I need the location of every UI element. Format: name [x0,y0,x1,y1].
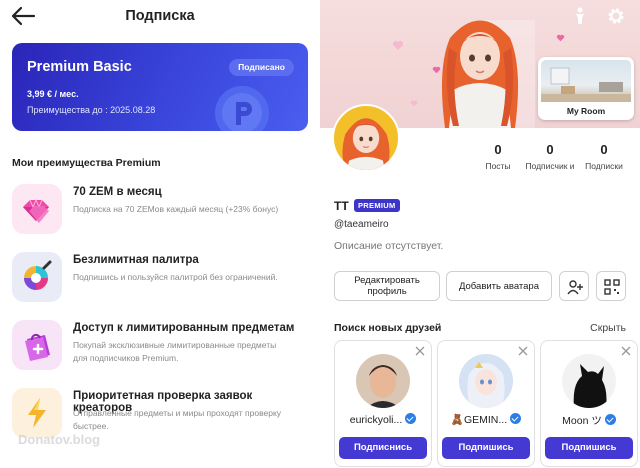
close-icon[interactable] [518,346,528,356]
subscription-screen: Подписка Premium Basic Подписано 3,99 € … [0,0,320,468]
add-avatar-button[interactable]: Добавить аватара [446,271,552,301]
edit-profile-button[interactable]: Редактировать профиль [334,271,440,301]
friend-name: Moon ツ [562,415,602,427]
benefit-item-zem: 70 ZEM в месяц Подписка на 70 ZEMов кажд… [12,184,312,238]
close-icon[interactable] [415,346,425,356]
add-user-icon [567,280,583,295]
benefits-section-title: Мои преимущества Premium [12,157,161,169]
friend-name: eurickyoli... [349,414,403,426]
heart-icon [392,41,404,50]
stat-label: Посты [485,161,511,171]
add-friend-button[interactable] [559,271,589,301]
benefit-description: Подписка на 70 ZEMов каждый месяц (+23% … [73,204,279,214]
my-room-card[interactable]: My Room [538,57,634,120]
profile-bio: Описание отсутствует. [334,240,444,252]
benefit-title: 70 ZEM в месяц [73,186,162,198]
subscribed-badge: Подписано [229,59,294,76]
settings-gear-icon[interactable] [606,6,626,26]
friend-name-row: Moon ツ [545,413,633,428]
friend-avatar[interactable] [562,354,616,408]
stat-value: 0 [546,142,554,157]
verified-icon [604,414,616,425]
find-friends-title: Поиск новых друзей [334,322,442,334]
stat-posts[interactable]: 0 Посты [473,142,523,172]
avatar-figure-icon[interactable] [570,6,590,26]
friend-name-row: 🧸GEMIN... [442,413,530,426]
profile-handle: @taeameiro [334,219,389,230]
friend-suggestion-card: Moon ツ Подпишись [540,340,638,467]
my-room-thumbnail [541,60,631,102]
verified-icon [510,413,522,424]
qr-code-icon [604,279,620,295]
page-title: Подписка [125,8,195,24]
friend-avatar[interactable] [356,354,410,408]
close-icon[interactable] [621,346,631,356]
premium-badge: PREMIUM [354,199,400,212]
profile-avatar[interactable] [332,104,400,172]
stat-value: 0 [494,142,502,157]
stat-following[interactable]: 0 Подписки [579,142,629,172]
heart-icon [556,34,565,42]
subscribe-button[interactable]: Подписнись [339,437,427,459]
plan-name: Premium Basic [27,59,132,75]
palette-icon [12,252,62,302]
friend-avatar[interactable] [459,354,513,408]
premium-plan-card[interactable]: Premium Basic Подписано 3,99 € / мес. Пр… [12,43,308,131]
watermark: Donatov.blog [18,432,101,447]
benefit-description: Отправленные предметы и миры проходят пр… [73,408,282,431]
hide-suggestions-link[interactable]: Скрыть [590,322,626,334]
benefit-item-limited: Доступ к лимитированным предметам Покупа… [12,320,312,374]
lightning-icon [12,388,62,438]
avatar-character-image [441,20,519,128]
profile-username: TT [334,199,349,213]
profile-screen: My Room 0 Посты 0 Подписчик и 0 Подписки… [320,0,640,468]
stat-label: Подписчик и [525,161,575,171]
friend-name-row: eurickyoli... [339,413,427,426]
subscribe-button[interactable]: Подпишись [442,437,530,459]
top-bar: Подписка [0,0,320,34]
shopping-bag-icon [12,320,62,370]
benefit-title: Доступ к лимитированным предметам [73,322,295,334]
my-room-label: My Room [566,106,606,116]
stat-label: Подписки [585,161,623,171]
premium-logo-icon [212,83,272,131]
friend-suggestion-card: 🧸GEMIN... Подпишись [437,340,535,467]
plan-valid-until: Преимущества до : 2025.08.28 [27,105,156,115]
qr-code-button[interactable] [596,271,626,301]
stat-value: 0 [600,142,608,157]
stat-followers[interactable]: 0 Подписчик и [525,142,575,172]
verified-icon [405,413,417,424]
gem-icon [12,184,62,234]
plan-price: 3,99 € / мес. [27,89,79,99]
benefit-title: Безлимитная палитра [73,254,199,266]
benefit-description: Покупай эксклюзивные лимитированные пред… [73,340,277,363]
benefit-item-palette: Безлимитная палитра Подпишись и пользуйс… [12,252,312,306]
subscribe-button[interactable]: Подпишись [545,437,633,459]
benefit-description: Подпишись и пользуйся палитрой без огран… [73,272,278,282]
friend-name: 🧸GEMIN... [450,414,508,426]
friend-suggestion-card: eurickyoli... Подписнись [334,340,432,467]
